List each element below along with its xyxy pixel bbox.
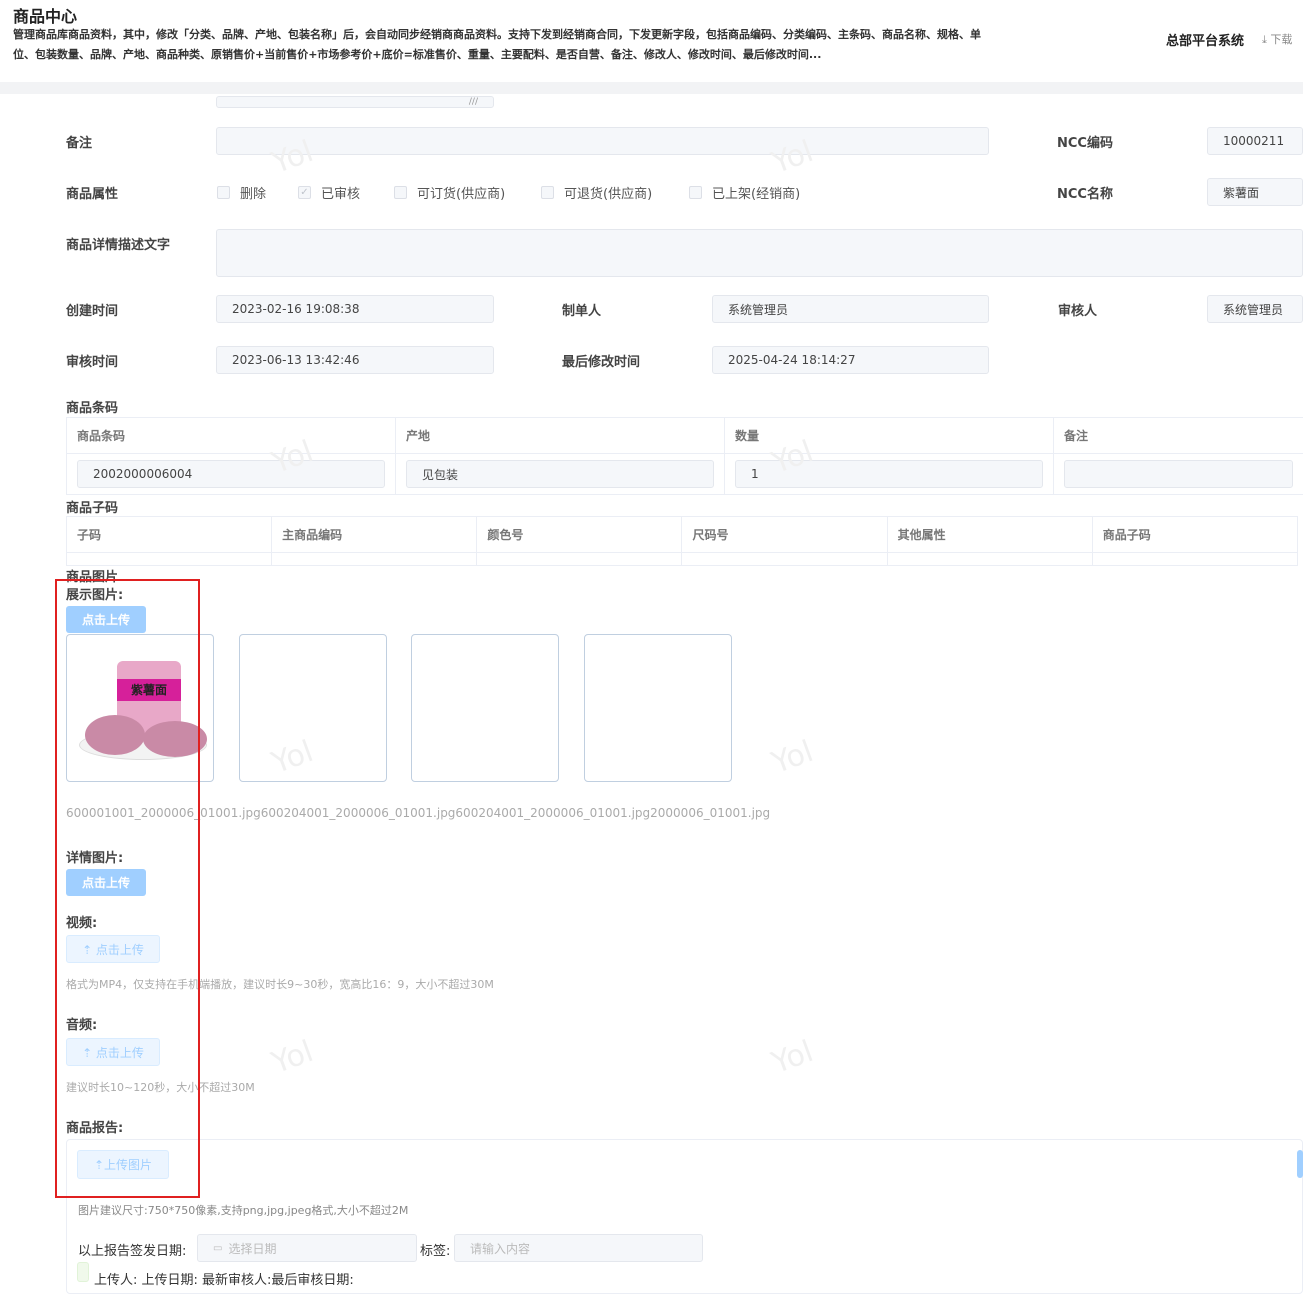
checkbox-label: 删除 xyxy=(240,187,267,202)
created-label: 创建时间 xyxy=(66,304,119,319)
ncc-code-label: NCC编码 xyxy=(1057,136,1113,151)
remark-input[interactable] xyxy=(216,127,989,155)
barcode-title: 商品条码 xyxy=(66,401,119,416)
watermark: Yol xyxy=(267,1034,318,1081)
tag-label: 标签: xyxy=(420,1244,451,1259)
ncc-code-input[interactable]: 10000211 xyxy=(1207,127,1303,155)
checkbox-box xyxy=(689,186,702,199)
report-hint: 图片建议尺寸:750*750像素,支持png,jpg,jpeg格式,大小不超过2… xyxy=(78,1204,409,1217)
report-side-button[interactable] xyxy=(1297,1150,1303,1178)
modified-label: 最后修改时间 xyxy=(562,355,641,370)
auditor-label: 审核人 xyxy=(1058,304,1098,319)
origin-input[interactable]: 见包装 xyxy=(406,460,714,488)
calendar-icon: ▭ xyxy=(213,1242,223,1254)
audit-time-input[interactable]: 2023-06-13 13:42:46 xyxy=(216,346,494,374)
date-placeholder: 选择日期 xyxy=(228,1241,277,1256)
divider xyxy=(0,82,1303,94)
column-header: 子码 xyxy=(65,516,273,553)
subcode-title: 商品子码 xyxy=(66,501,119,516)
checkbox-listed[interactable]: 已上架(经销商) xyxy=(689,183,800,202)
checkbox-box xyxy=(541,186,554,199)
checkmark-icon: ✓ xyxy=(298,186,311,199)
maker-label: 制单人 xyxy=(562,304,602,319)
checkbox-audited[interactable]: ✓ 已审核 xyxy=(298,183,360,202)
audit-time-label: 审核时间 xyxy=(66,355,119,370)
column-header: 备注 xyxy=(1053,417,1303,454)
remark-label: 备注 xyxy=(66,136,93,151)
column-header: 颜色号 xyxy=(476,516,683,553)
column-header: 其他属性 xyxy=(886,516,1093,553)
highlight-box xyxy=(55,579,200,1198)
attr-label: 商品属性 xyxy=(66,187,119,202)
column-header: 商品子码 xyxy=(1091,516,1299,553)
column-header: 主商品编码 xyxy=(271,516,478,553)
subcode-table: 子码 主商品编码 颜色号 尺码号 其他属性 商品子码 xyxy=(65,516,1299,566)
column-header: 商品条码 xyxy=(66,417,396,454)
barcode-input[interactable]: 2002000006004 xyxy=(77,460,385,488)
checkbox-returnable[interactable]: 可退货(供应商) xyxy=(541,183,652,202)
image-slot[interactable] xyxy=(239,634,387,782)
modified-input[interactable]: 2025-04-24 18:14:27 xyxy=(712,346,989,374)
barcode-table: 商品条码 产地 数量 备注 2002000006004 见包装 1 xyxy=(66,417,1303,495)
watermark: Yol xyxy=(767,734,818,781)
status-tag xyxy=(77,1262,89,1282)
column-header: 尺码号 xyxy=(681,516,888,553)
image-slot[interactable] xyxy=(411,634,559,782)
auditor-input[interactable]: 系统管理员 xyxy=(1207,295,1303,323)
report-date-picker[interactable]: ▭ 选择日期 xyxy=(197,1234,417,1262)
column-header: 数量 xyxy=(724,417,1054,454)
quantity-input[interactable]: 1 xyxy=(735,460,1043,488)
checkbox-label: 已审核 xyxy=(321,187,361,202)
detail-text-label: 商品详情描述文字 xyxy=(66,238,171,253)
checkbox-deleted[interactable]: 删除 xyxy=(217,183,266,202)
report-meta: 上传人: 上传日期: 最新审核人:最后审核日期: xyxy=(94,1273,354,1288)
page-title: 商品中心 xyxy=(13,7,78,26)
table-row xyxy=(65,552,1299,566)
checkbox-orderable[interactable]: 可订货(供应商) xyxy=(394,183,505,202)
report-date-label: 以上报告签发日期: xyxy=(78,1244,187,1259)
checkbox-label: 可订货(供应商) xyxy=(417,187,506,202)
textarea-resize-handle[interactable]: /// xyxy=(216,96,494,108)
page-description: 管理商品库商品资料，其中，修改「分类、品牌、产地、包装名称」后，会自动同步经销商… xyxy=(13,28,981,61)
ncc-name-input[interactable]: 紫薯面 xyxy=(1207,178,1303,206)
column-header: 产地 xyxy=(395,417,725,454)
maker-input[interactable]: 系统管理员 xyxy=(712,295,989,323)
watermark: Yol xyxy=(767,1034,818,1081)
created-input[interactable]: 2023-02-16 19:08:38 xyxy=(216,295,494,323)
image-slot[interactable] xyxy=(584,634,732,782)
ncc-name-label: NCC名称 xyxy=(1057,187,1113,202)
table-header: 子码 主商品编码 颜色号 尺码号 其他属性 商品子码 xyxy=(65,516,1299,553)
detail-text-textarea[interactable] xyxy=(216,229,1303,277)
table-row: 2002000006004 见包装 1 xyxy=(66,453,1303,495)
system-switcher[interactable]: 总部平台系统 xyxy=(1166,30,1244,49)
checkbox-box xyxy=(394,186,407,199)
download-button[interactable]: ⤓ 下载 xyxy=(1262,31,1292,47)
checkbox-label: 可退货(供应商) xyxy=(564,187,653,202)
table-header: 商品条码 产地 数量 备注 xyxy=(66,417,1303,454)
barcode-remark-input[interactable] xyxy=(1064,460,1293,488)
checkbox-label: 已上架(经销商) xyxy=(712,187,801,202)
checkbox-box xyxy=(217,186,230,199)
tag-input[interactable]: 请输入内容 xyxy=(454,1234,703,1262)
